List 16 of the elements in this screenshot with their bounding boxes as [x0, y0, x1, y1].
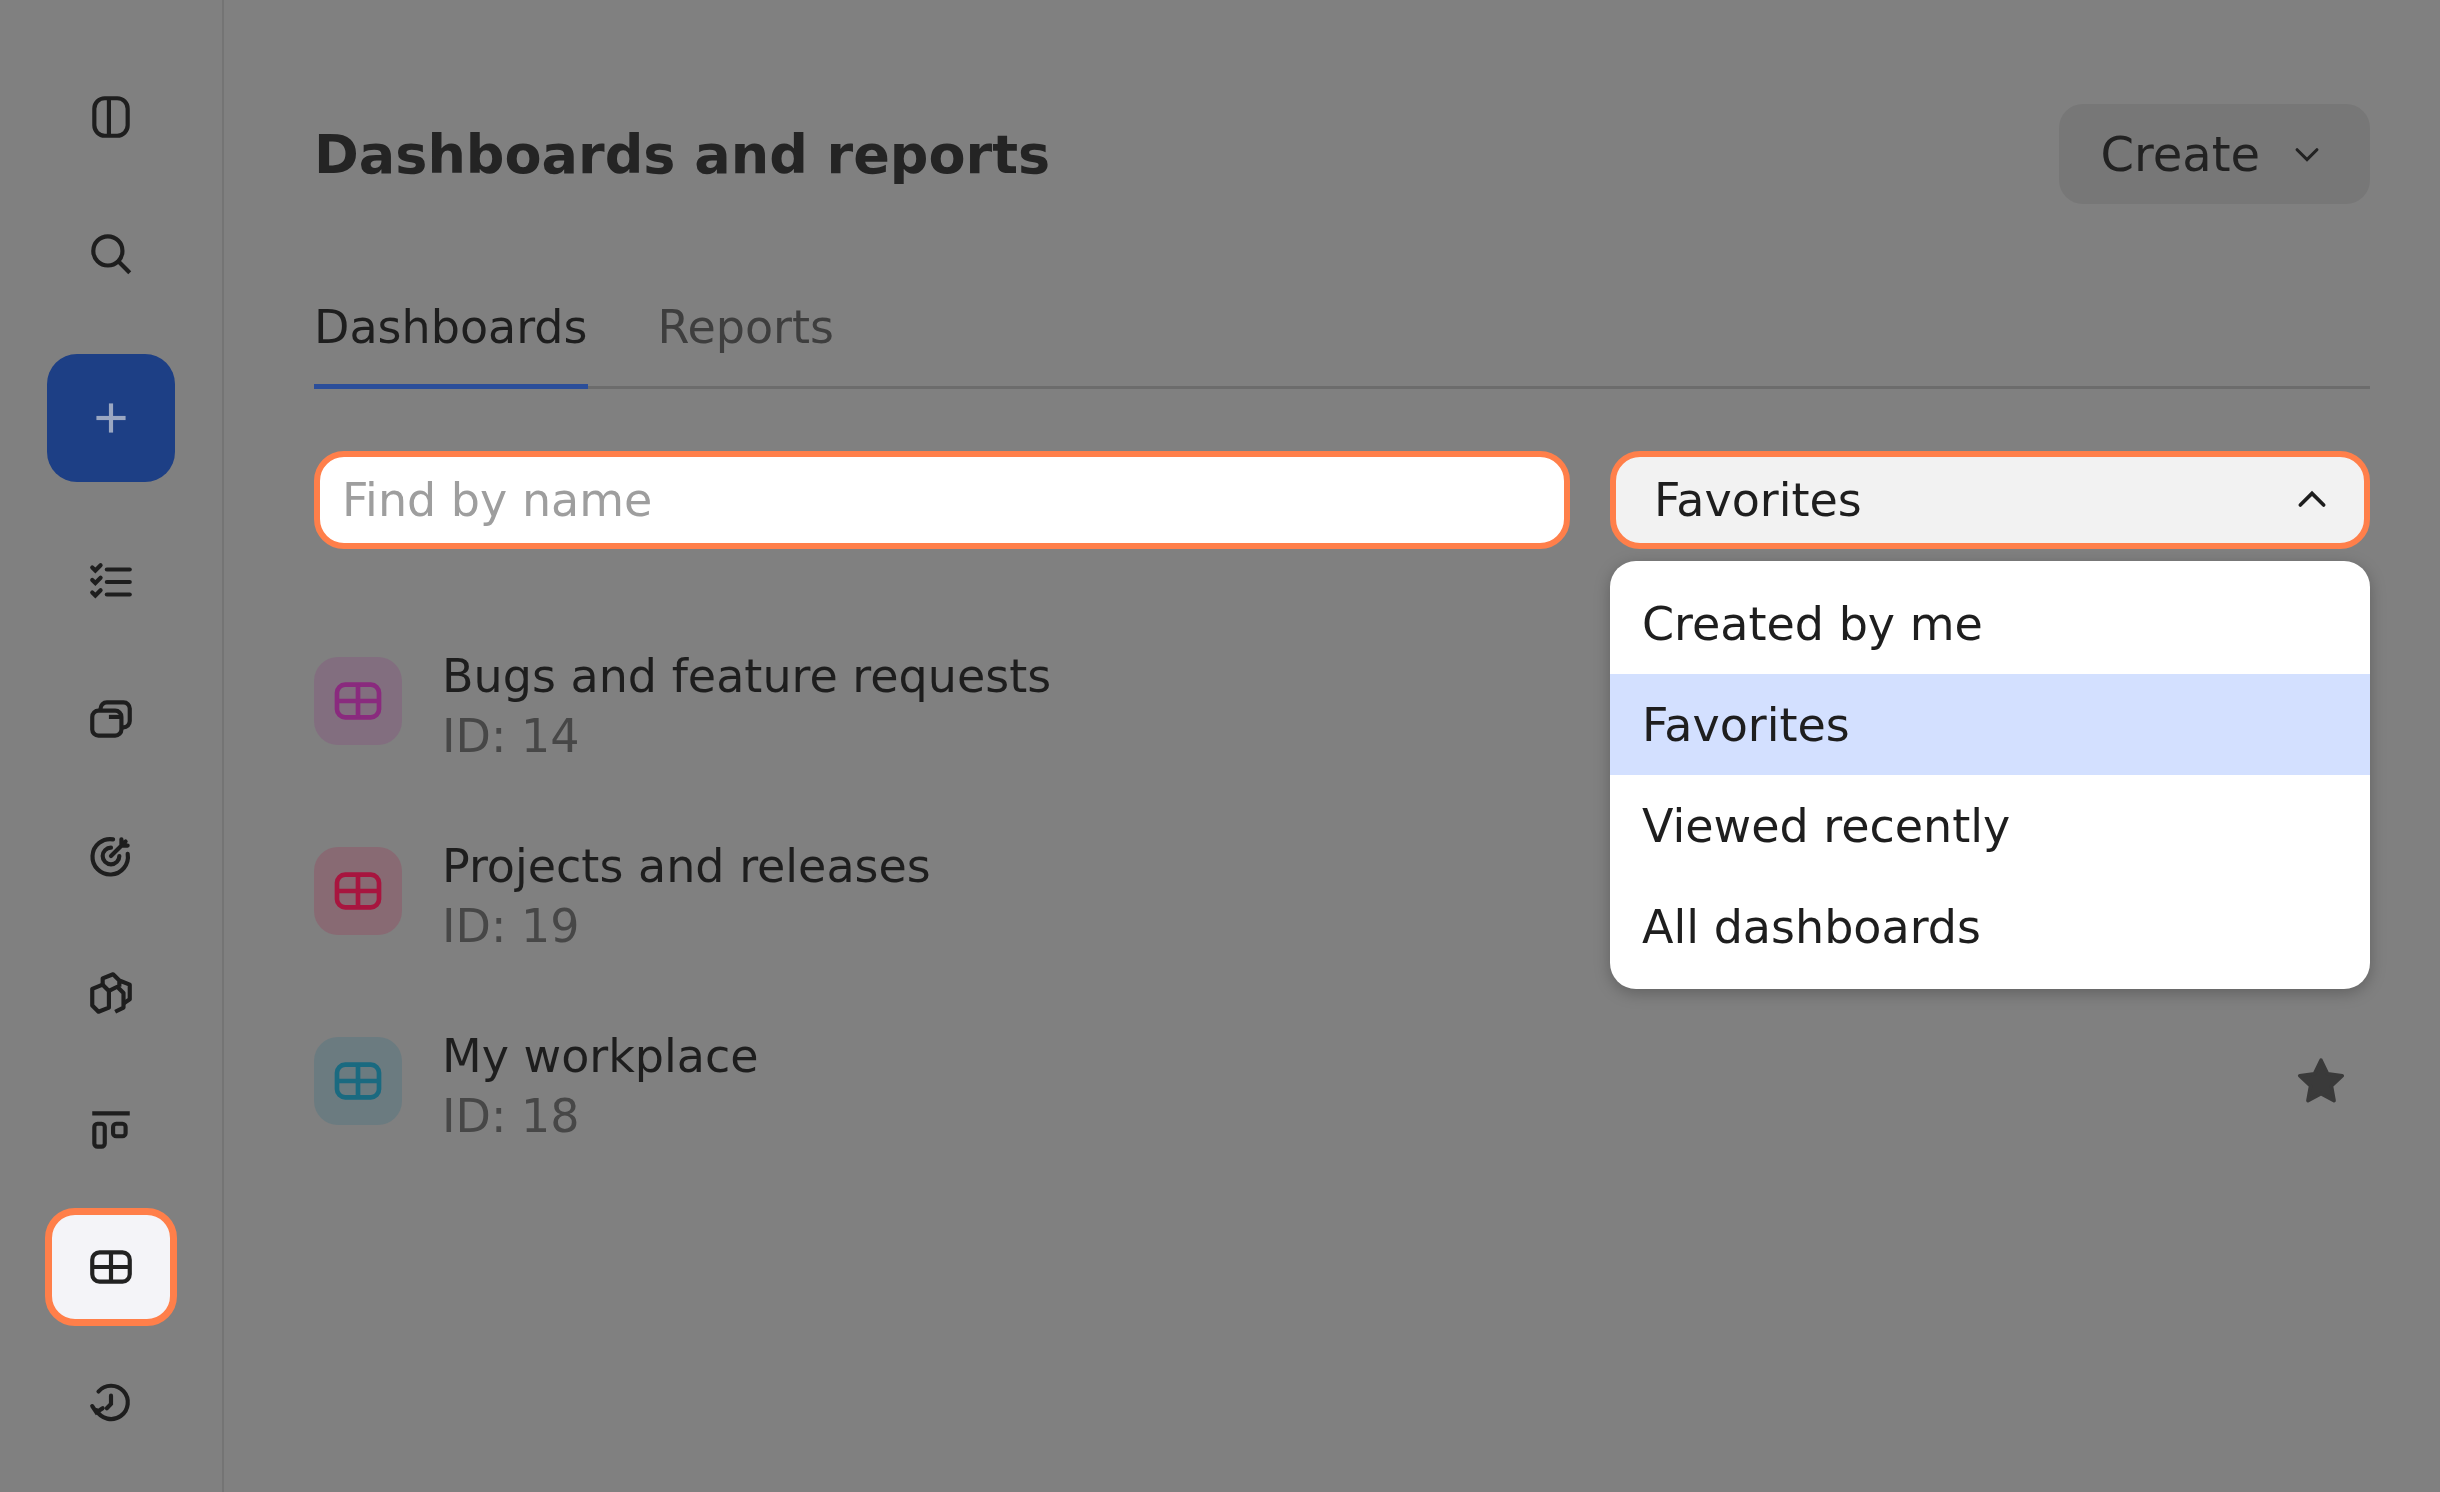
page-title: Dashboards and reports	[314, 122, 1051, 186]
menu-option[interactable]: Favorites	[1610, 674, 2370, 775]
dashboard-link[interactable]: Bugs and feature requests	[442, 649, 1052, 703]
menu-option[interactable]: Created by me	[1610, 573, 2370, 674]
search-field[interactable]: Find by name	[314, 451, 1570, 549]
dashboard-link[interactable]: Projects and releases	[442, 839, 931, 893]
menu-option[interactable]: All dashboards	[1610, 876, 2370, 977]
dashboard-id: ID: 18	[442, 1089, 581, 1143]
tab[interactable]: Dashboards	[314, 300, 588, 389]
dashboard-link[interactable]: My workplace	[442, 1029, 759, 1083]
menu-option[interactable]: Viewed recently	[1610, 775, 2370, 876]
dashboard-id: ID: 19	[442, 899, 581, 953]
filter-dropdown[interactable]: Favorites	[1610, 451, 2370, 549]
create-button[interactable]: Create	[2058, 104, 2370, 204]
dashboard-id: ID: 14	[442, 709, 581, 763]
tab[interactable]: Reports	[657, 300, 834, 389]
